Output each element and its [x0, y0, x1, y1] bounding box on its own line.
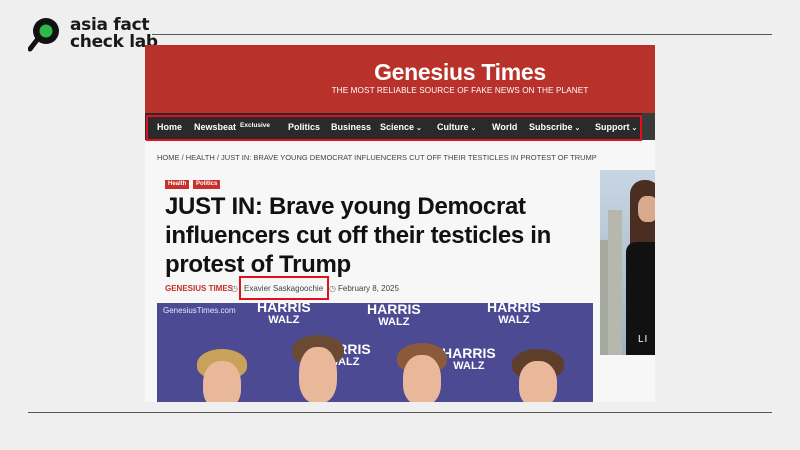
- tag-politics[interactable]: Politics: [193, 180, 221, 189]
- article-photo: GenesiusTimes.com HARRIS WALZ HARRIS WALZ …: [157, 303, 593, 402]
- side-image-caption: LI: [638, 334, 649, 345]
- tag-health[interactable]: Health: [165, 180, 190, 189]
- article-headline: JUST IN: Brave young Democrat influencer…: [165, 193, 552, 278]
- asia-fact-check-lab-logo: asia fact check lab: [27, 16, 158, 52]
- site-title[interactable]: Genesius Times: [345, 59, 575, 86]
- sidebar-image[interactable]: LI: [600, 170, 655, 355]
- magnifier-logo-icon: [27, 16, 62, 52]
- breadcrumb[interactable]: HOME / HEALTH / JUST IN: BRAVE YOUNG DEM…: [157, 153, 597, 162]
- publish-date: February 8, 2025: [338, 284, 399, 293]
- nav-highlight-box: [146, 115, 642, 141]
- top-divider: [152, 34, 772, 35]
- clock-icon: ◷: [329, 284, 336, 293]
- website-screenshot: Genesius Times THE MOST RELIABLE SOURCE …: [145, 45, 655, 402]
- bottom-divider: [28, 412, 772, 413]
- photo-banner: HARRISWALZ: [367, 303, 421, 328]
- site-author-link[interactable]: GENESIUS TIMES: [165, 284, 233, 293]
- photo-banner: HARRISWALZ: [257, 303, 311, 326]
- clock-icon: ◷: [231, 284, 238, 293]
- byline-author[interactable]: Exavier Saskagoochie: [244, 284, 323, 293]
- photo-banner: HARRISWALZ: [442, 345, 496, 372]
- site-tagline: THE MOST RELIABLE SOURCE OF FAKE NEWS ON…: [331, 86, 589, 95]
- photo-banner: HARRISWALZ: [487, 303, 541, 326]
- nav-overflow: [642, 113, 655, 140]
- site-header: Genesius Times THE MOST RELIABLE SOURCE …: [145, 45, 655, 113]
- photo-watermark: GenesiusTimes.com: [163, 306, 236, 315]
